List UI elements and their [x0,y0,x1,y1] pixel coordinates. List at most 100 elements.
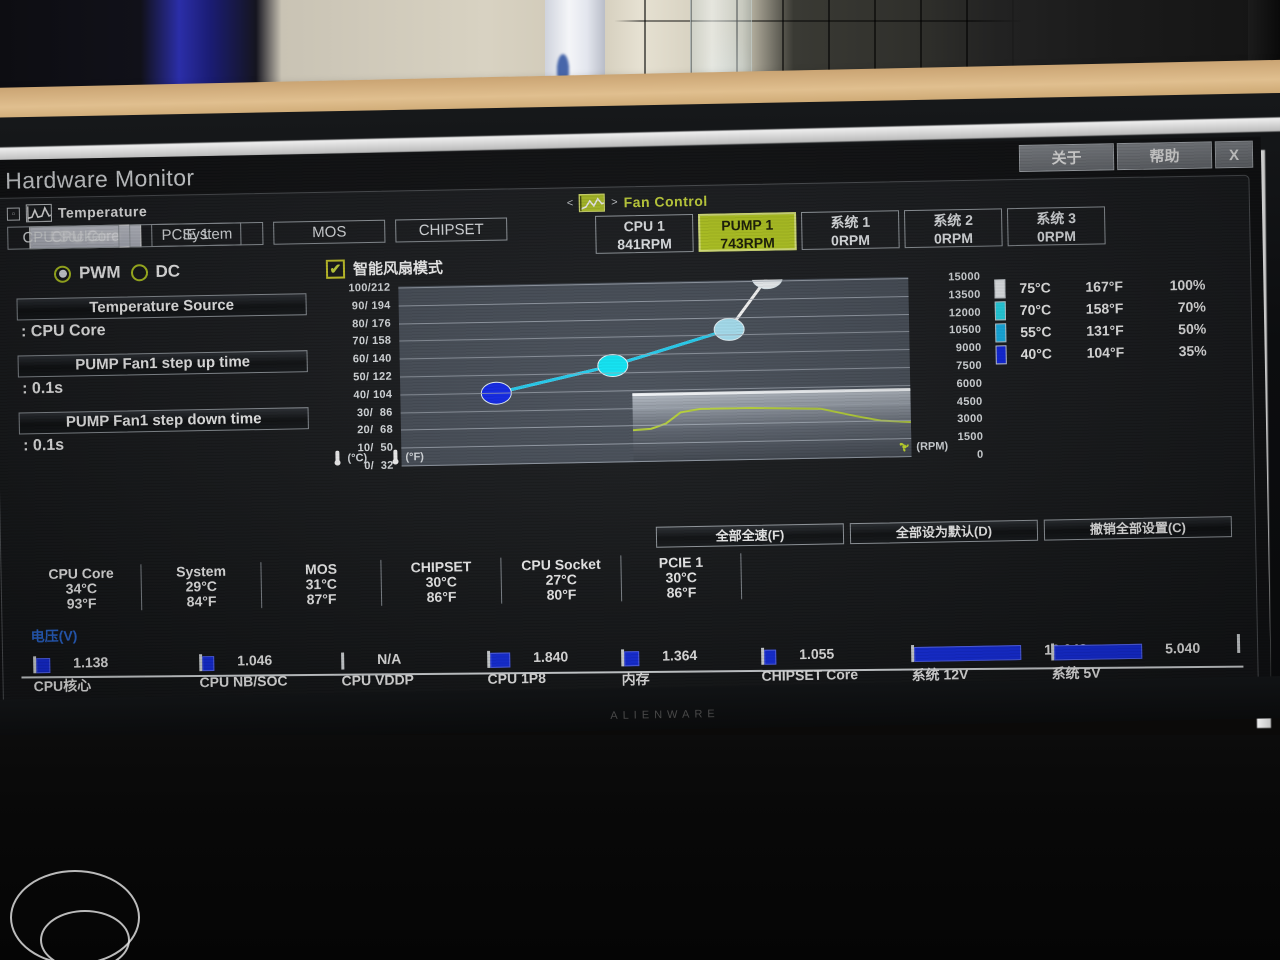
legend-percent: 70% [1177,298,1206,316]
fan-name: CPU 1 [623,217,665,235]
legend-swatch [995,322,1007,342]
legend-fahrenheit: 104°F [1086,344,1125,361]
fan-button-cpu-1[interactable]: CPU 1 841RPM [595,214,694,254]
voltage-value: 1.138 [73,653,109,671]
readout-chipset: CHIPSET 30°C 86°F [381,557,503,606]
voltage-tick [341,652,345,670]
curve-point-75c[interactable] [751,277,783,290]
temperature-graph-icon [25,203,53,223]
voltage-bar [1054,643,1143,661]
radio-pwm-icon [53,265,72,283]
temperature-section-title: ▫ Temperature [6,202,148,223]
fan-button-system-2[interactable]: 系统 2 0RPM [903,208,1003,249]
temperature-label: Temperature [57,203,148,221]
voltage-name: CPU核心 [33,677,92,695]
y-tick-right: 15000 [948,270,981,284]
fan-name: 系统 1 [830,213,871,231]
legend-row: 40°C 104°F 35% [995,340,1207,366]
legend-swatch [994,278,1006,298]
voltage-bar [36,657,51,674]
fan-graph-icon [579,193,606,213]
voltage-value: 1.046 [237,651,273,669]
readout-cpu-core: CPU Core 34°C 93°F [21,564,143,613]
help-button[interactable]: 帮助 [1116,141,1213,171]
fan-button-system-1[interactable]: 系统 1 0RPM [800,210,900,251]
y-tick-right: 13500 [948,288,981,302]
step-up-time-header[interactable]: PUMP Fan1 step up time [17,350,308,378]
legend-percent: 50% [1178,320,1207,338]
collapse-box-icon[interactable]: ▫ [6,206,21,221]
next-page-arrow[interactable]: > [611,196,618,208]
readout-fahrenheit: 93°F [66,595,97,612]
y-tick-right: 4500 [956,395,983,409]
fan-rpm: 0RPM [830,231,871,249]
tab-chipset[interactable]: CHIPSET [395,217,508,243]
bios-screen: Hardware Monitor 关于 帮助 X ▫ Temperature C… [0,136,1271,712]
fan-rpm: 0RPM [933,229,974,247]
fan-control-label: Fan Control [623,192,708,211]
y-tick-right: 12000 [948,306,981,320]
smart-fan-mode-checkbox[interactable]: ✔ [325,259,346,279]
curve-point-70c[interactable] [713,317,745,341]
readout-fahrenheit: 80°F [546,586,577,603]
tab-pcie-1[interactable]: PCIE 1 [129,222,242,248]
readout-mos: MOS 31°C 87°F [261,559,383,609]
close-button[interactable]: X [1214,140,1254,169]
tab-cpu-socket[interactable]: CPU Socket [7,224,120,250]
y-tick-right: 3000 [957,412,983,426]
main-panel: ▫ Temperature CPU Core System MOS CHIPSE… [0,174,1259,708]
y-tick-right: 7500 [956,359,982,373]
fan-name: 系统 3 [1036,209,1077,227]
voltage-value: 1.840 [533,648,569,666]
celsius-unit: (°C) [333,450,367,466]
rpm-unit: (RPM) [897,439,948,453]
celsius-unit-label: (°C) [347,451,368,464]
radio-dc-icon [130,263,148,281]
action-buttons: 全部全速(F) 全部设为默认(D) 撤销全部设置(C) [655,516,1233,548]
legend-fahrenheit: 131°F [1086,322,1124,339]
voltage-name: CPU NB/SOC [199,672,288,691]
readout-fahrenheit: 84°F [186,592,217,610]
radio-pwm[interactable]: PWM [53,262,121,284]
undo-all-button[interactable]: 撤销全部设置(C) [1043,516,1233,541]
window-buttons: 关于 帮助 X [1018,140,1254,172]
readout-fahrenheit: 87°F [306,590,337,608]
legend-celsius: 55°C [1020,323,1052,340]
temperature-tabs: CPU Core System MOS CHIPSET CPU Socket P… [7,217,529,250]
fan-button-system-3[interactable]: 系统 3 0RPM [1006,206,1106,247]
step-up-time-value: : 0.1s [21,379,64,398]
y-tick-left: 70/ 158 [352,334,392,348]
y-tick-left: 30/ 86 [356,406,393,420]
prev-page-arrow[interactable]: < [567,197,574,209]
chart-legend: 75°C 167°F 100% 70°C 158°F 70% 55°C 131°F 50% 40°… [994,274,1207,366]
fan-settings-column: PWM DC Temperature Source : CPU Core PUM… [16,259,309,455]
fan-name: 系统 2 [933,211,974,229]
temperature-source-header[interactable]: Temperature Source [16,293,307,321]
page-title: Hardware Monitor [5,164,195,194]
mode-radio-group: PWM DC [16,259,306,284]
step-down-time-header[interactable]: PUMP Fan1 step down time [18,407,309,435]
fan-rpm: 0RPM [1036,227,1077,245]
voltage-value: 1.055 [799,645,835,663]
voltage-value: N/A [377,650,402,667]
readout-system: System 29°C 84°F [141,562,263,611]
all-default-button[interactable]: 全部设为默认(D) [849,519,1039,545]
voltage-value: 1.364 [662,647,698,664]
fan-control-section-title: < > Fan Control [567,192,708,213]
fan-rpm: 841RPM [617,235,672,253]
radio-pwm-label: PWM [78,262,121,283]
tab-mos[interactable]: MOS [273,219,386,245]
rpm-unit-label: (RPM) [916,439,949,453]
radio-dc[interactable]: DC [130,262,180,283]
legend-celsius: 75°C [1019,279,1051,297]
y-tick-left: 40/ 104 [353,388,393,402]
fan-button-pump-1[interactable]: PUMP 1 743RPM [698,212,797,252]
voltage-bar [624,651,640,667]
y-tick-left: 50/ 122 [353,370,393,384]
y-tick-left: 100/212 [348,281,391,295]
about-button[interactable]: 关于 [1018,143,1115,172]
legend-celsius: 70°C [1019,301,1052,318]
voltage-bar [914,645,1022,663]
readout-fahrenheit: 86°F [666,584,697,601]
all-full-speed-button[interactable]: 全部全速(F) [655,523,845,548]
